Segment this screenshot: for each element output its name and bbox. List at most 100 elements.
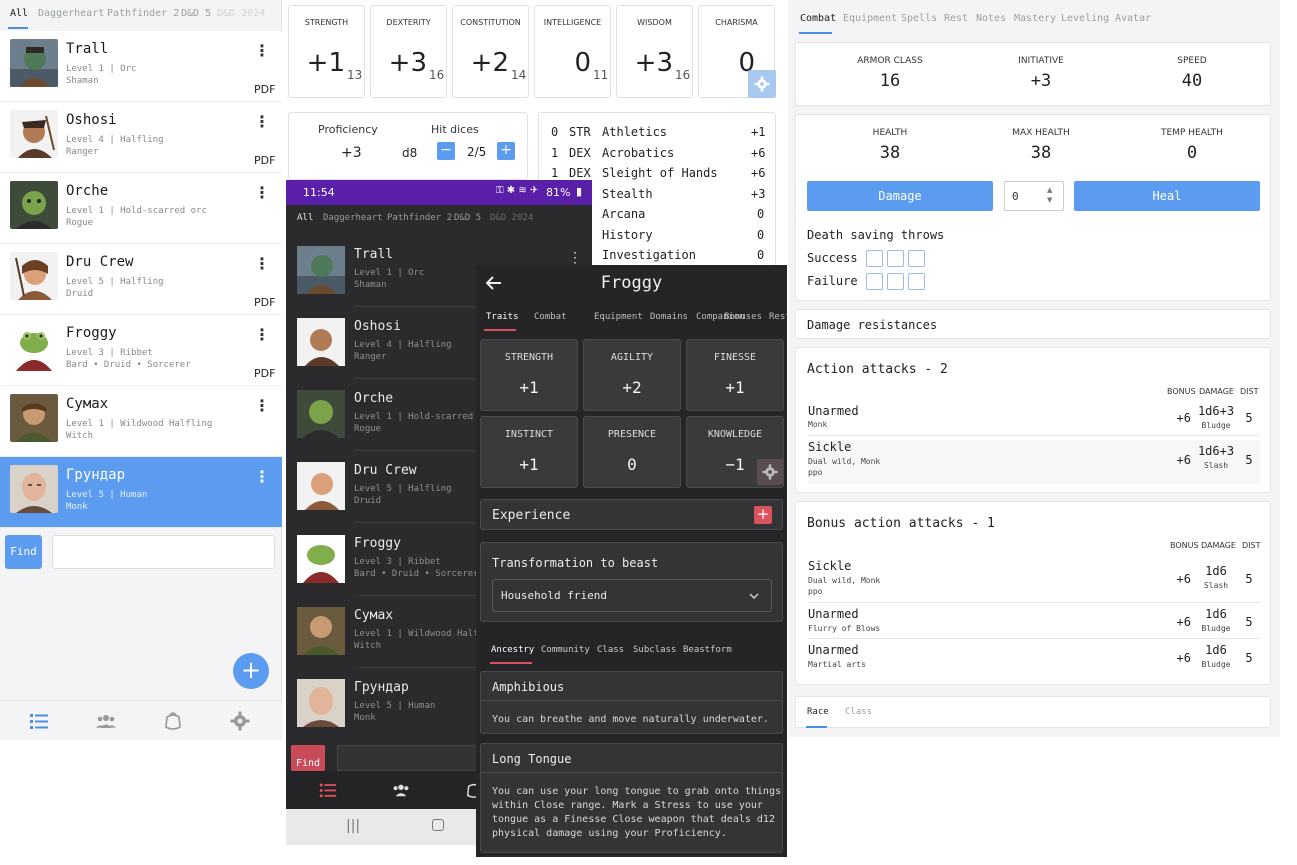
skill-row[interactable]: 1 DEX Acrobatics +6 (539, 146, 775, 166)
tab-domains[interactable]: Domains (650, 312, 688, 322)
find-button[interactable]: Find (291, 745, 325, 771)
max-health-value: 38 (1030, 143, 1052, 163)
success-checkbox[interactable] (908, 250, 925, 267)
attack-row[interactable]: Sickle Dual wild, Monk ppo +6 1d6 Slash … (808, 559, 1260, 596)
tab-pathfinder[interactable]: Pathfinder 2 (107, 8, 179, 19)
tab-race[interactable]: Race (807, 707, 829, 717)
trait-value: +1 (519, 455, 539, 474)
trait-finesse[interactable]: FINESSE +1 (686, 339, 784, 411)
failure-checkbox[interactable] (908, 273, 925, 290)
tab-ancestry[interactable]: Ancestry (491, 645, 534, 655)
attack-row[interactable]: Sickle Dual wild, Monk ppo +6 1d6+3 Slas… (808, 440, 1260, 484)
more-vert-icon[interactable]: ⋮ (254, 467, 270, 486)
ability-label: DEXTERITY (386, 18, 431, 27)
ability-constitution[interactable]: CONSTITUTION +2 14 (452, 5, 529, 98)
search-input[interactable] (52, 535, 275, 569)
tab-mastery[interactable]: Mastery (1014, 13, 1056, 24)
failure-checkbox[interactable] (866, 273, 883, 290)
tab-equipment[interactable]: Equipment (594, 312, 643, 322)
pdf-link[interactable]: PDF (254, 296, 275, 309)
more-vert-icon[interactable]: ⋮ (254, 254, 270, 273)
character-card-oshosi[interactable]: Oshosi Level 4 | Halfling Ranger ⋮ PDF (0, 102, 282, 173)
tab-all[interactable]: All (297, 213, 313, 223)
tab-combat[interactable]: Combat (534, 312, 567, 322)
bag-icon[interactable] (163, 711, 183, 731)
tab-equipment[interactable]: Equipment (843, 13, 897, 24)
tab-community[interactable]: Community (541, 645, 590, 655)
more-vert-icon[interactable]: ⋮ (254, 325, 270, 344)
tab-traits[interactable]: Traits (486, 312, 519, 322)
tab-spells[interactable]: Spells (901, 13, 937, 24)
tab-dnd5[interactable]: D&D 5 (181, 8, 211, 19)
character-card-trall[interactable]: Trall Level 1 | Orc Shaman ⋮ PDF (0, 31, 282, 102)
tab-class[interactable]: Class (597, 645, 624, 655)
tab-pathfinder[interactable]: Pathfinder 2 (387, 213, 452, 223)
success-checkbox[interactable] (866, 250, 883, 267)
add-experience-button[interactable]: + (754, 506, 772, 524)
hit-dice-minus-button[interactable]: − (437, 142, 455, 160)
ability-dexterity[interactable]: DEXTERITY +3 16 (370, 5, 447, 98)
heal-button[interactable]: Heal (1074, 181, 1260, 211)
tab-dnd5[interactable]: D&D 5 (454, 213, 481, 223)
tab-beastform[interactable]: Beastform (683, 645, 732, 655)
skill-row[interactable]: 0 STR Athletics +1 (539, 125, 775, 145)
tab-dnd2024[interactable]: D&D 2024 (217, 8, 265, 19)
tab-rest[interactable]: Rest (944, 13, 968, 24)
trait-presence[interactable]: PRESENCE 0 (583, 416, 681, 488)
ability-strength[interactable]: STRENGTH +1 13 (288, 5, 365, 98)
ability-wisdom[interactable]: WISDOM +3 16 (616, 5, 693, 98)
more-vert-icon[interactable]: ⋮ (254, 112, 270, 131)
amount-input[interactable]: 0 ▲ ▼ (1004, 181, 1064, 211)
tab-daggerheart[interactable]: Daggerheart (38, 8, 104, 19)
ability-intelligence[interactable]: INTELLIGENCE 0 11 (534, 5, 611, 98)
failure-checkbox[interactable] (887, 273, 904, 290)
tab-dnd2024[interactable]: D&D 2024 (490, 213, 533, 223)
more-vert-icon[interactable]: ⋮ (254, 396, 270, 415)
damage-resistances-card[interactable]: Damage resistances (795, 309, 1271, 339)
tab-combat[interactable]: Combat (800, 13, 836, 24)
more-vert-icon[interactable]: ⋮ (254, 41, 270, 60)
stepper-icon[interactable]: ▲ ▼ (1047, 185, 1052, 205)
list-icon[interactable] (29, 711, 49, 731)
settings-icon[interactable] (230, 711, 250, 731)
trait-strength[interactable]: STRENGTH +1 (480, 339, 578, 411)
pdf-link[interactable]: PDF (254, 367, 275, 380)
trait-agility[interactable]: AGILITY +2 (583, 339, 681, 411)
tab-rest[interactable]: Rest (769, 312, 787, 322)
tab-notes[interactable]: Notes (976, 13, 1006, 24)
pdf-link[interactable]: PDF (254, 154, 275, 167)
feature-title: Amphibious (492, 680, 565, 694)
tab-leveling[interactable]: Leveling (1061, 13, 1109, 24)
damage-button[interactable]: Damage (807, 181, 993, 211)
home-icon[interactable] (432, 819, 444, 831)
success-checkbox[interactable] (887, 250, 904, 267)
group-icon[interactable] (392, 781, 410, 799)
trait-instinct[interactable]: INSTINCT +1 (480, 416, 578, 488)
hit-dice-plus-button[interactable]: + (497, 142, 515, 160)
tab-class[interactable]: Class (845, 707, 872, 717)
tab-bonuses[interactable]: Bonuses (724, 312, 762, 322)
tab-avatar[interactable]: Avatar (1115, 13, 1151, 24)
attack-row[interactable]: Unarmed Martial arts +6 1d6 Bludge 5 (808, 643, 1260, 679)
ability-settings-button[interactable] (748, 70, 776, 98)
character-card-dru-crew[interactable]: Dru Crew Level 5 | Halfling Druid ⋮ PDF (0, 244, 282, 315)
tab-all[interactable]: All (10, 8, 28, 19)
pdf-link[interactable]: PDF (254, 83, 275, 96)
more-vert-icon[interactable]: ⋮ (254, 183, 270, 202)
character-card-grundar[interactable]: Грундар Level 5 | Human Monk ⋮ (0, 457, 282, 528)
list-icon[interactable] (319, 781, 337, 799)
traits-settings-button[interactable] (757, 459, 783, 485)
experience-section[interactable]: Experience + (480, 499, 783, 530)
tab-subclass[interactable]: Subclass (633, 645, 676, 655)
character-card-orche[interactable]: Orche Level 1 | Hold-scarred orc Rogue ⋮ (0, 173, 282, 244)
recents-icon[interactable]: ||| (346, 818, 360, 834)
trait-label: KNOWLEDGE (707, 429, 763, 440)
add-character-button[interactable]: + (233, 653, 269, 689)
find-button[interactable]: Find (5, 535, 42, 569)
character-card-sumakh[interactable]: Сумах Level 1 | Wildwood Halfling Witch … (0, 386, 282, 457)
search-input[interactable] (337, 745, 487, 771)
tab-daggerheart[interactable]: Daggerheart (323, 213, 383, 223)
character-card-froggy[interactable]: Froggy Level 3 | Ribbet Bard • Druid • S… (0, 315, 282, 386)
group-icon[interactable] (96, 711, 116, 731)
transformation-select[interactable]: Household friend (492, 579, 772, 612)
